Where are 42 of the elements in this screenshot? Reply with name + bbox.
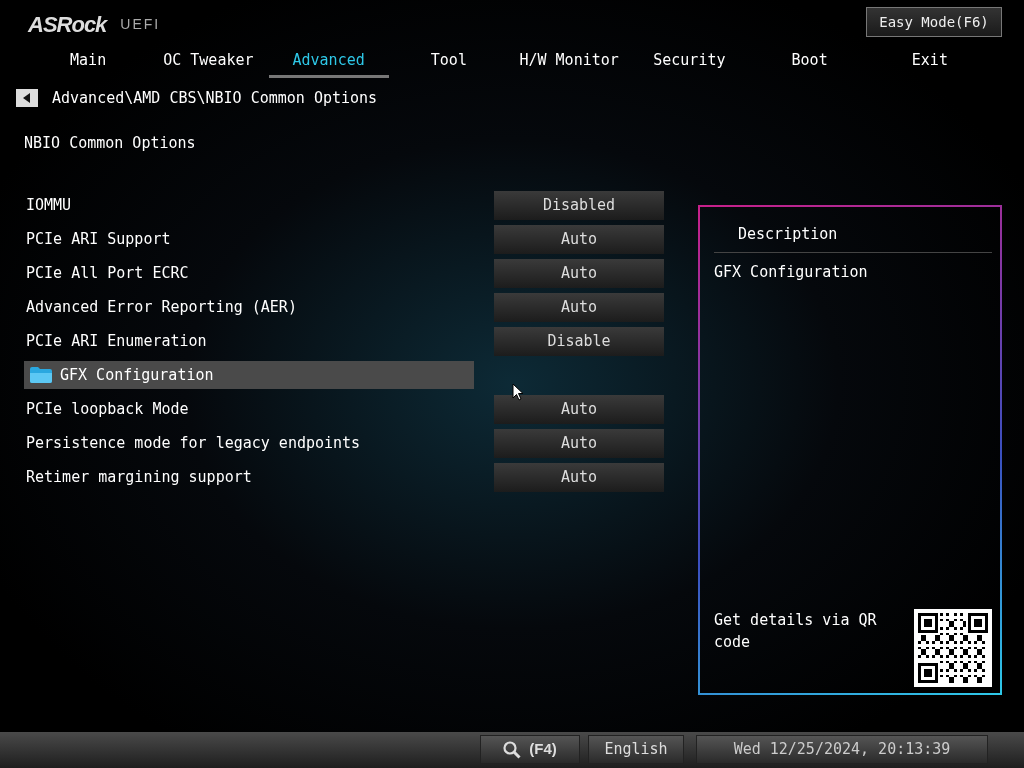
setting-value-button[interactable]: Auto (494, 462, 664, 492)
menu-tab[interactable]: H/W Monitor (509, 48, 630, 78)
back-button[interactable] (16, 89, 38, 107)
folder-icon (30, 367, 52, 383)
page-title: NBIO Common Options (24, 134, 196, 152)
setting-value-button[interactable]: Auto (494, 224, 664, 254)
mouse-pointer-icon (512, 383, 524, 401)
menu-tab[interactable]: OC Tweaker (148, 48, 269, 78)
clock-display: Wed 12/25/2024, 20:13:39 (696, 735, 988, 764)
setting-value-button[interactable]: Auto (494, 258, 664, 288)
submenu-item[interactable]: GFX Configuration (24, 361, 474, 389)
menu-tab[interactable]: Exit (869, 48, 990, 78)
menu-tab[interactable]: Boot (749, 48, 870, 78)
setting-value-button[interactable]: Auto (494, 292, 664, 322)
menu-tab[interactable]: Main (28, 48, 149, 78)
setting-value-button[interactable]: Disable (494, 326, 664, 356)
setting-label: PCIe loopback Mode (25, 398, 190, 420)
caret-icon (23, 93, 31, 103)
setting-label: Retimer margining support (25, 466, 253, 488)
brand-logo: ASRock (28, 11, 107, 39)
qr-hint-text: Get details via QR code (714, 610, 878, 653)
setting-label: Advanced Error Reporting (AER) (25, 296, 298, 318)
easy-mode-button[interactable]: Easy Mode(F6) (866, 7, 1002, 37)
search-button[interactable]: (F4) (480, 735, 580, 764)
logo-subtitle: UEFI (120, 15, 161, 34)
search-icon (503, 740, 522, 759)
menu-tab[interactable]: Advanced (268, 48, 389, 78)
setting-value-button[interactable]: Disabled (494, 190, 664, 220)
menu-tab[interactable]: Tool (388, 48, 509, 78)
language-button[interactable]: English (588, 735, 684, 764)
setting-label: PCIe All Port ECRC (25, 262, 190, 284)
menu-tab[interactable]: Security (629, 48, 750, 78)
setting-label: PCIe ARI Enumeration (25, 330, 208, 352)
description-title: Description (738, 225, 838, 243)
setting-value-button[interactable]: Auto (494, 394, 664, 424)
setting-label: IOMMU (25, 194, 73, 216)
qr-code-icon (914, 609, 992, 687)
setting-label: Persistence mode for legacy endpoints (25, 432, 362, 454)
breadcrumb-path: Advanced\AMD CBS\NBIO Common Options (52, 87, 378, 109)
description-text: GFX Configuration (714, 262, 868, 281)
setting-value-button[interactable]: Auto (494, 428, 664, 458)
setting-label: PCIe ARI Support (25, 228, 172, 250)
